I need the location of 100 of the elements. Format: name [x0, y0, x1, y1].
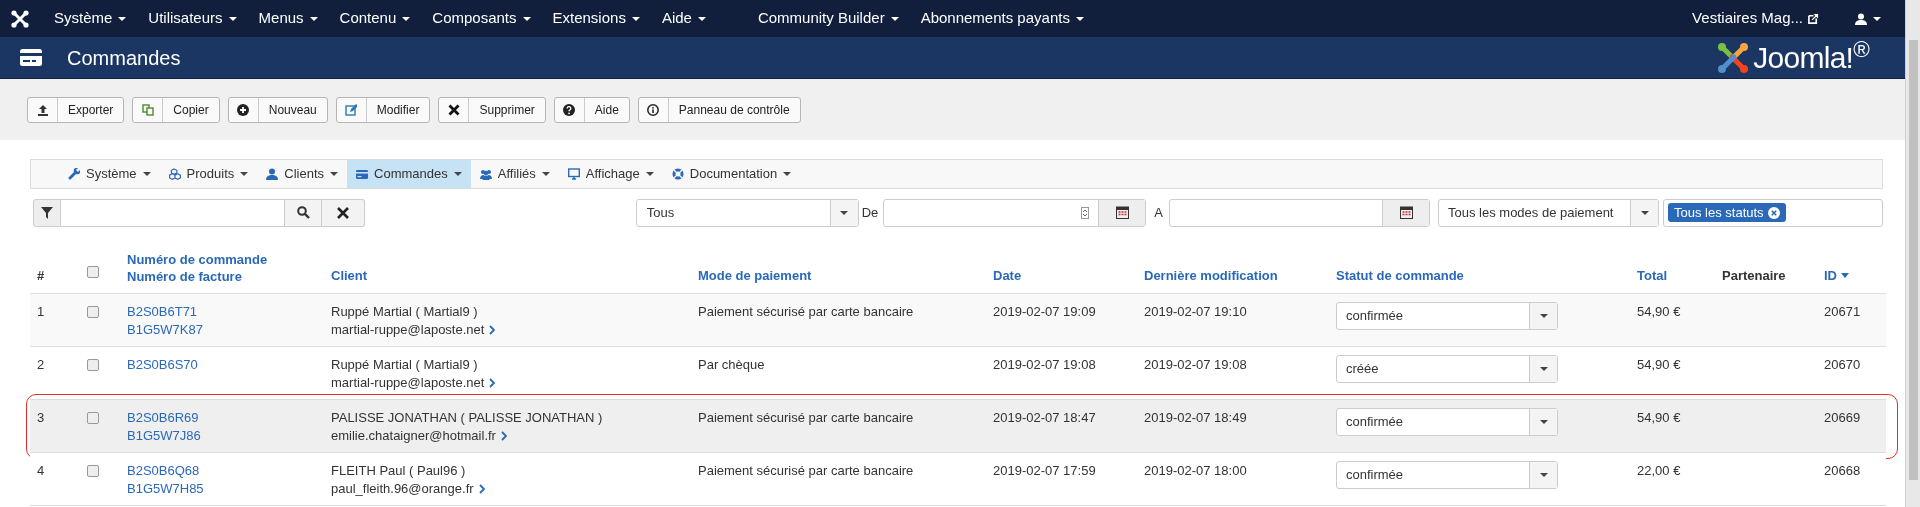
- status-select[interactable]: confirmée: [1336, 302, 1558, 330]
- filter-button[interactable]: [33, 198, 61, 227]
- menu-item[interactable]: Aide: [661, 7, 706, 30]
- order-number-link[interactable]: B2S0B6Q68: [127, 462, 200, 480]
- search-field[interactable]: [61, 198, 284, 227]
- filter-icon: [41, 206, 53, 219]
- calendar-button[interactable]: [1382, 199, 1429, 226]
- column-header-link[interactable]: ID: [1824, 265, 1849, 285]
- user-menu[interactable]: [1855, 12, 1881, 25]
- column-header-link[interactable]: Dernière modification: [1144, 265, 1278, 285]
- row-number: 3: [37, 409, 45, 427]
- caret-icon: [309, 16, 318, 21]
- chevron-right-icon[interactable]: [478, 484, 485, 494]
- scrollbar[interactable]: [1905, 0, 1920, 507]
- status-select[interactable]: confirmée: [1336, 461, 1558, 489]
- chevron-right-icon[interactable]: [489, 325, 496, 335]
- order-id: 20668: [1824, 462, 1861, 480]
- chevron-right-icon[interactable]: [489, 378, 496, 388]
- column-header: Partenaire: [1722, 266, 1786, 285]
- caret-icon: [541, 172, 550, 176]
- menu-item[interactable]: Community Builder: [757, 7, 899, 30]
- submenu-tab[interactable]: Produits: [159, 160, 258, 188]
- submenu-tab[interactable]: Documentation: [662, 160, 801, 188]
- caret-icon: [1539, 420, 1548, 424]
- order-number-link[interactable]: B2S0B6R69: [127, 409, 199, 427]
- to-date-field[interactable]: [1169, 198, 1430, 227]
- client-email[interactable]: martial-ruppe@laposte.net: [331, 321, 485, 339]
- remove-icon[interactable]: [1767, 206, 1780, 219]
- checkbox[interactable]: [87, 306, 99, 318]
- status-select[interactable]: confirmée: [1336, 408, 1558, 436]
- sort-desc-icon: [1841, 272, 1849, 278]
- toolbar-button[interactable]: Exporter: [27, 96, 125, 123]
- menu-item[interactable]: Extensions: [552, 7, 640, 30]
- menu-item[interactable]: Composants: [432, 7, 531, 30]
- table-row[interactable]: 4 B2S0B6Q68 B1G5W7H85 FLEITH Paul ( Paul96 ) paul_fleith.96@orange.fr Paiement sécurisé par carte bancaire 2019-02-07 17:59 2019-02-07 18:00 confirmée 22,00 € 20668: [30, 453, 1886, 506]
- checkbox[interactable]: [87, 359, 99, 371]
- toolbar-button[interactable]: Panneau de contrôle: [637, 96, 801, 123]
- date-select[interactable]: Tous: [635, 198, 859, 227]
- order-number-link[interactable]: B2S0B6T71: [127, 303, 198, 321]
- caret-icon: [1075, 16, 1084, 21]
- menu-item[interactable]: Abonnements payants: [920, 7, 1084, 30]
- user-icon: [1855, 12, 1867, 25]
- submenu-tab[interactable]: Affichage: [558, 160, 663, 188]
- client-email[interactable]: emilie.chataigner@hotmail.fr: [331, 427, 496, 445]
- submenu-tab[interactable]: Clients: [257, 160, 348, 188]
- caret-icon: [783, 172, 792, 176]
- info-circle-icon: [647, 103, 660, 116]
- payment-method: Paiement sécurisé par carte bancaire: [698, 303, 914, 321]
- status-select[interactable]: créée: [1336, 355, 1558, 383]
- submenu-tab[interactable]: Affiliés: [470, 160, 559, 188]
- joomla-icon[interactable]: [10, 8, 30, 29]
- joomla-logo-icon: [1717, 41, 1750, 74]
- menu-item[interactable]: Menus: [258, 7, 318, 30]
- submenu-tab[interactable]: Système: [59, 160, 160, 188]
- client-email[interactable]: paul_fleith.96@orange.fr: [331, 480, 474, 498]
- invoice-number-link[interactable]: B1G5W7J86: [127, 427, 201, 445]
- column-header-link[interactable]: Client: [331, 265, 368, 285]
- search-icon: [296, 206, 310, 219]
- submenu-tab[interactable]: Commandes: [347, 160, 471, 188]
- client-name: FLEITH Paul ( Paul96 ): [331, 462, 466, 480]
- calendar-button[interactable]: [1098, 199, 1146, 226]
- caret-icon: [631, 16, 640, 21]
- search-button[interactable]: [284, 198, 322, 227]
- column-header-link[interactable]: Numéro de facture: [127, 268, 268, 285]
- status-filter-field[interactable]: Tous les statuts: [1663, 198, 1883, 227]
- table-row[interactable]: 1 B2S0B6T71 B1G5W7K87 Ruppé Martial ( Martial9 ) martial-ruppe@laposte.net Paiement sécurisé par carte bancaire 2019-02-07 19:09 2019-02-07 19:10 confirmée 54,90 € 20671: [30, 294, 1886, 347]
- toolbar-button[interactable]: Supprimer: [438, 96, 546, 123]
- status-tag[interactable]: Tous les statuts: [1668, 203, 1786, 222]
- column-header-link[interactable]: Date: [993, 265, 1022, 285]
- toolbar-button[interactable]: Modifier: [335, 96, 431, 123]
- help-icon: [563, 103, 576, 116]
- modified-date-cell: 2019-02-07 18:49: [1144, 409, 1247, 427]
- checkbox[interactable]: [87, 265, 99, 278]
- site-link[interactable]: Vestiaires Mag...: [1692, 7, 1803, 30]
- modified-date-cell: 2019-02-07 18:00: [1144, 462, 1247, 480]
- table-row[interactable]: 3 B2S0B6R69 B1G5W7J86 PALISSE JONATHAN ( PALISSE JONATHAN ) emilie.chataigner@hotmail.fr Paiement sécurisé par carte bancaire 2019-02-07 18:47 2019-02-07 18:49 confirmée 54,90 € 20669: [30, 400, 1886, 453]
- menu-item[interactable]: Utilisateurs: [148, 7, 237, 30]
- toolbar-button[interactable]: Copier: [132, 96, 220, 123]
- checkbox[interactable]: [87, 465, 99, 477]
- invoice-number-link[interactable]: B1G5W7K87: [127, 321, 203, 339]
- client-name: PALISSE JONATHAN ( PALISSE JONATHAN ): [331, 409, 603, 427]
- menu-item[interactable]: Système: [54, 7, 127, 30]
- chevron-right-icon[interactable]: [500, 431, 507, 441]
- client-email[interactable]: martial-ruppe@laposte.net: [331, 374, 485, 392]
- page-title: Commandes: [67, 45, 181, 71]
- order-number-link[interactable]: B2S0B6S70: [127, 356, 198, 374]
- menu-item[interactable]: Contenu: [339, 7, 411, 30]
- column-header-link[interactable]: Numéro de commande: [127, 251, 268, 268]
- from-date-field[interactable]: [883, 198, 1147, 227]
- column-header-link[interactable]: Total: [1637, 265, 1668, 285]
- toolbar-button[interactable]: Aide: [553, 96, 630, 123]
- clear-button[interactable]: [322, 198, 365, 227]
- invoice-number-link[interactable]: B1G5W7H85: [127, 480, 204, 498]
- payment-select[interactable]: Tous les modes de paiement: [1438, 198, 1659, 227]
- checkbox[interactable]: [87, 412, 99, 424]
- column-header-link[interactable]: Statut de commande: [1336, 265, 1464, 285]
- caret-icon: [697, 16, 706, 21]
- column-header-link[interactable]: Mode de paiement: [698, 265, 812, 285]
- toolbar-button[interactable]: Nouveau: [227, 96, 328, 123]
- total-amount: 22,00 €: [1637, 462, 1681, 480]
